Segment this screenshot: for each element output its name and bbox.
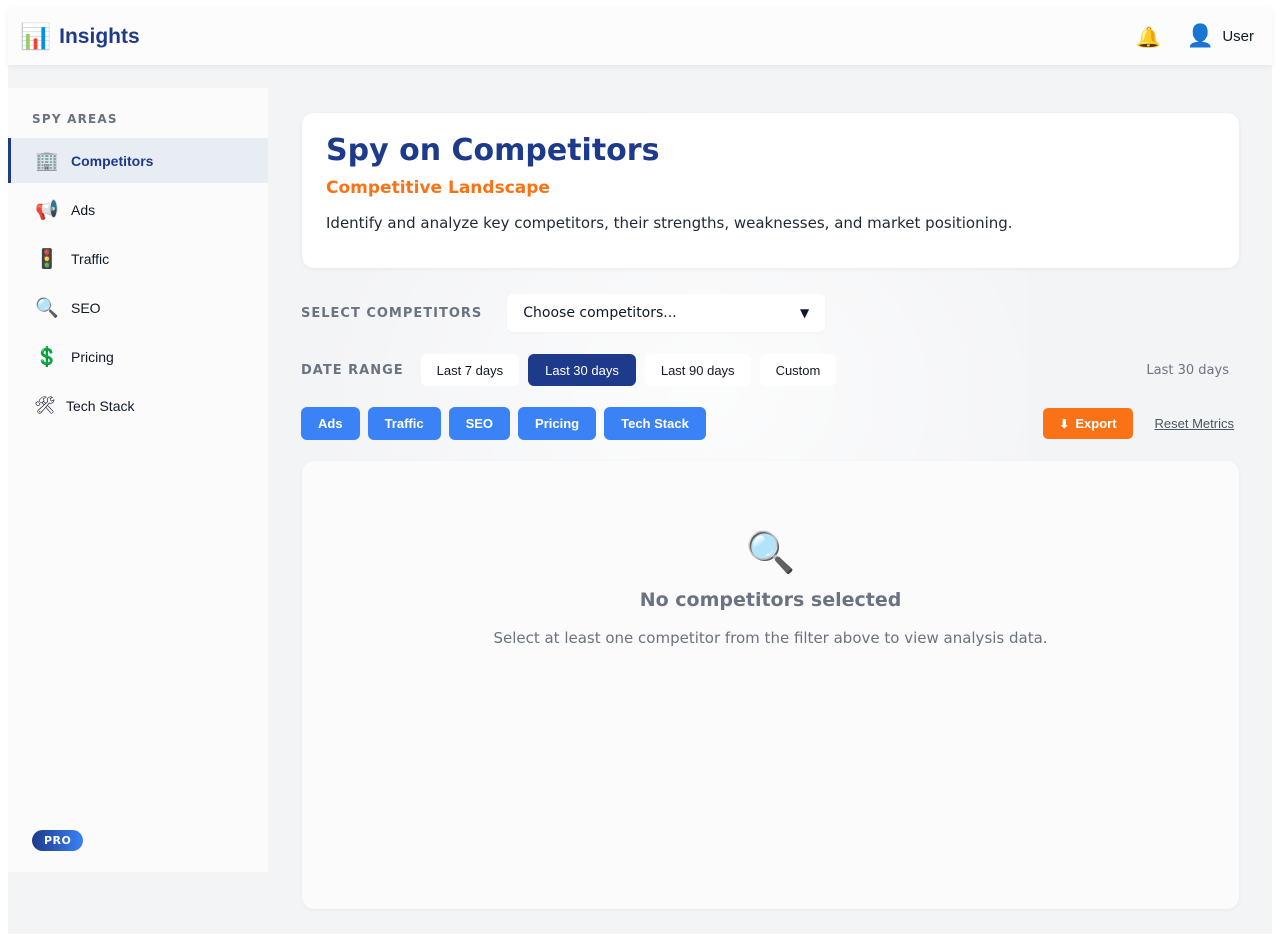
sidebar: SPY AREAS 🏢 Competitors 📢 Ads 🚦 Traffic … xyxy=(8,88,268,872)
sidebar-item-label: Traffic xyxy=(71,250,110,267)
sidebar-item-traffic[interactable]: 🚦 Traffic xyxy=(8,236,268,281)
reset-metrics-link[interactable]: Reset Metrics xyxy=(1155,416,1234,431)
tools-icon: 🛠 xyxy=(34,395,56,415)
brand[interactable]: 📊 Insights xyxy=(20,24,140,49)
download-icon: ⬇ xyxy=(1059,416,1070,431)
user-icon: 👤 xyxy=(1186,24,1215,49)
export-button[interactable]: ⬇ Export xyxy=(1043,408,1133,439)
magnifier-icon: 🔍 xyxy=(745,530,796,576)
sidebar-item-tech-stack[interactable]: 🛠 Tech Stack xyxy=(8,383,268,428)
sidebar-item-label: Tech Stack xyxy=(66,397,135,414)
date-range-options: Last 7 days Last 30 days Last 90 days Cu… xyxy=(420,354,837,386)
sidebar-heading: SPY AREAS xyxy=(32,112,118,126)
metrics-toolbar: Ads Traffic SEO Pricing Tech Stack ⬇ Exp… xyxy=(301,407,1239,440)
user-label: User xyxy=(1222,28,1254,45)
sidebar-item-ads[interactable]: 📢 Ads xyxy=(8,187,268,232)
bell-icon[interactable]: 🔔 xyxy=(1136,25,1161,49)
user-menu[interactable]: 👤 User xyxy=(1187,24,1254,49)
bar-chart-icon: 📊 xyxy=(20,22,52,51)
metric-button-seo[interactable]: SEO xyxy=(448,407,511,440)
empty-state-card: 🔍 No competitors selected Select at leas… xyxy=(302,461,1239,909)
competitor-filter: SELECT COMPETITORS Choose competitors...… xyxy=(301,294,826,332)
office-building-icon: 🏢 xyxy=(35,150,59,172)
magnifier-icon: 🔍 xyxy=(35,297,59,319)
chevron-down-icon: ▼ xyxy=(800,306,810,320)
metric-button-ads[interactable]: Ads xyxy=(301,407,360,440)
sidebar-item-label: Ads xyxy=(71,201,96,218)
sidebar-item-label: Pricing xyxy=(71,348,114,365)
page-header-card: Spy on Competitors Competitive Landscape… xyxy=(302,113,1239,268)
date-option-30-days[interactable]: Last 30 days xyxy=(528,354,636,386)
page-subtitle: Competitive Landscape xyxy=(326,178,550,198)
empty-state-title: No competitors selected xyxy=(639,589,902,611)
metric-buttons: Ads Traffic SEO Pricing Tech Stack xyxy=(301,407,706,440)
competitors-label: SELECT COMPETITORS xyxy=(301,305,483,321)
page-description: Identify and analyze key competitors, th… xyxy=(326,214,1013,232)
metric-button-pricing[interactable]: Pricing xyxy=(518,407,597,440)
megaphone-icon: 📢 xyxy=(35,199,59,221)
traffic-light-icon: 🚦 xyxy=(35,248,59,270)
metric-button-tech-stack[interactable]: Tech Stack xyxy=(604,407,706,440)
sidebar-item-pricing[interactable]: 💲 Pricing xyxy=(8,334,268,379)
sidebar-nav: 🏢 Competitors 📢 Ads 🚦 Traffic 🔍 SEO 💲 Pr… xyxy=(8,138,268,432)
date-option-90-days[interactable]: Last 90 days xyxy=(644,354,751,386)
empty-state-text: Select at least one competitor from the … xyxy=(493,629,1048,647)
app-title: Insights xyxy=(59,24,140,48)
metric-button-traffic[interactable]: Traffic xyxy=(367,407,441,440)
main-content: Spy on Competitors Competitive Landscape… xyxy=(268,88,1272,934)
date-range-label: DATE RANGE xyxy=(301,362,404,378)
sidebar-item-label: SEO xyxy=(71,299,101,316)
date-option-custom[interactable]: Custom xyxy=(759,354,837,386)
date-option-7-days[interactable]: Last 7 days xyxy=(420,354,520,386)
competitor-select-placeholder: Choose competitors... xyxy=(523,305,677,321)
dollar-sign-icon: 💲 xyxy=(35,346,59,368)
top-bar: 📊 Insights 🔔 👤 User xyxy=(8,8,1272,65)
date-range-current: Last 30 days xyxy=(1146,362,1229,378)
sidebar-item-label: Competitors xyxy=(71,152,154,169)
sidebar-item-seo[interactable]: 🔍 SEO xyxy=(8,285,268,330)
sidebar-item-competitors[interactable]: 🏢 Competitors xyxy=(8,138,268,183)
top-bar-actions: 🔔 👤 User xyxy=(1136,24,1254,49)
export-label: Export xyxy=(1075,416,1117,431)
competitor-select[interactable]: Choose competitors... ▼ xyxy=(507,294,826,332)
date-range-filter: DATE RANGE Last 7 days Last 30 days Last… xyxy=(301,354,1239,386)
page-title: Spy on Competitors xyxy=(326,133,660,168)
pro-badge: PRO xyxy=(32,830,84,851)
